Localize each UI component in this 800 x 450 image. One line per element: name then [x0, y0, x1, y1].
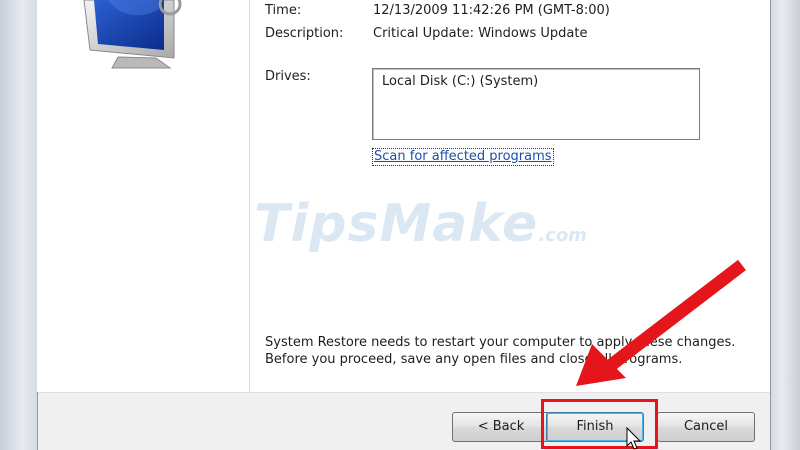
monitor-icon — [83, 0, 182, 69]
drives-listbox[interactable]: Local Disk (C:) (System) — [372, 68, 700, 140]
window-frame-right — [771, 0, 800, 450]
description-label: Description: — [265, 26, 344, 41]
scan-affected-programs-link[interactable]: Scan for affected programs — [372, 148, 554, 166]
watermark-suffix: .com — [538, 225, 587, 246]
description-value: Critical Update: Windows Update — [373, 26, 588, 41]
back-button[interactable]: < Back — [452, 412, 550, 442]
restart-notice-line-2: Before you proceed, save any open files … — [265, 352, 683, 367]
time-value: 12/13/2009 11:42:26 PM (GMT-8:00) — [373, 3, 610, 18]
restart-notice-line-1: System Restore needs to restart your com… — [265, 335, 736, 350]
restart-notice: System Restore needs to restart your com… — [265, 334, 745, 368]
finish-highlight-box — [541, 399, 658, 449]
drives-label: Drives: — [265, 69, 311, 84]
watermark-brand: TipsMake — [254, 194, 539, 254]
drive-list-item[interactable]: Local Disk (C:) (System) — [382, 74, 538, 89]
window-frame-left — [0, 0, 37, 450]
tipsmake-watermark: TipsMake.com — [254, 194, 587, 254]
cancel-button[interactable]: Cancel — [657, 412, 755, 442]
time-label: Time: — [265, 3, 302, 18]
